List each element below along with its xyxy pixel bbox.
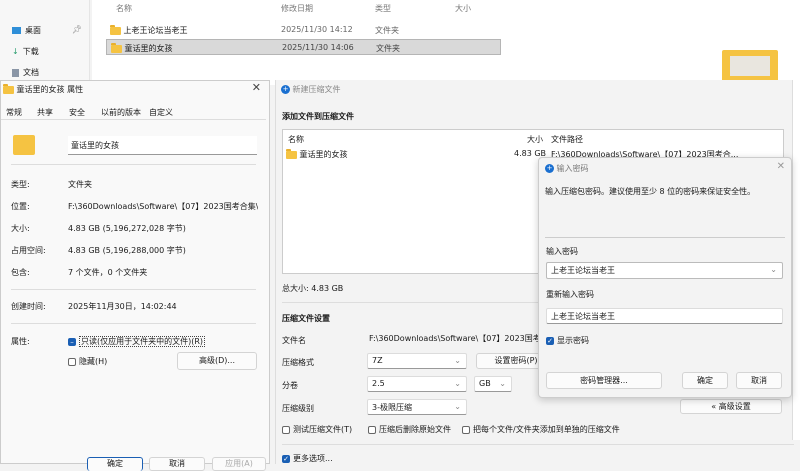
total-size: 总大小: 4.83 GB xyxy=(282,284,344,293)
section-add-files: 添加文件到压缩文件 xyxy=(282,112,354,121)
file-row-selected[interactable]: 童话里的女孩 2025/11/30 14:06 文件夹 xyxy=(106,39,501,55)
sidebar-item-documents[interactable]: 文档 xyxy=(12,67,82,78)
tab-previous-versions[interactable]: 以前的版本 xyxy=(101,107,141,118)
password-input[interactable]: 上老王论坛当老王 ⌄ xyxy=(546,262,783,279)
close-icon[interactable]: ✕ xyxy=(252,81,261,94)
password-app-icon: + xyxy=(545,164,554,173)
folder-icon xyxy=(286,148,297,159)
reenter-password-input[interactable]: 上老王论坛当老王 xyxy=(546,308,783,324)
reenter-password-label: 重新输入密码 xyxy=(546,290,594,299)
split-unit-select[interactable]: GB ⌄ xyxy=(474,376,512,392)
section-settings: 压缩文件设置 xyxy=(282,314,330,323)
filename-input[interactable]: F:\360Downloads\Software\【07】2023国考合集 xyxy=(369,333,557,344)
chevron-down-icon: ⌄ xyxy=(770,265,777,274)
col-type[interactable]: 类型 xyxy=(375,3,391,14)
enter-password-label: 输入密码 xyxy=(546,247,578,256)
location-value: F:\360Downloads\Software\【07】2023国考合集\高 xyxy=(68,202,258,211)
tab-security[interactable]: 安全 xyxy=(69,107,85,118)
desktop-icon xyxy=(12,27,21,34)
type-label: 类型: xyxy=(11,180,30,189)
advanced-settings-button[interactable]: « 高级设置 xyxy=(680,399,782,414)
col-date[interactable]: 修改日期 xyxy=(281,3,313,14)
created-label: 创建时间: xyxy=(11,302,46,311)
col-name[interactable]: 名称 xyxy=(288,134,304,145)
tab-sharing[interactable]: 共享 xyxy=(37,107,53,118)
folder-thumbnail xyxy=(722,50,778,82)
advanced-button[interactable]: 高级(D)... xyxy=(177,352,257,370)
hidden-checkbox[interactable]: 隐藏(H) xyxy=(68,356,107,367)
checkbox-icon xyxy=(68,357,76,366)
window-title: 新建压缩文件 xyxy=(292,85,341,94)
level-label: 压缩级别 xyxy=(282,404,314,413)
col-name[interactable]: 名称 xyxy=(116,3,132,14)
explorer-file-list: 名称 修改日期 类型 大小 上老王论坛当老王 2025/11/30 14:12 … xyxy=(92,0,800,85)
password-dialog: + 输入密码 ✕ 输入压缩包密码。建议使用至少 8 位的密码来保证安全性。 输入… xyxy=(538,157,792,398)
delete-after-checkbox[interactable]: 压缩后删除原始文件 xyxy=(368,424,451,435)
checkbox-indeterminate-icon: – xyxy=(68,337,76,346)
checkmark-icon: ✓ xyxy=(282,454,290,463)
level-select[interactable]: 3-极限压缩 ⌄ xyxy=(367,399,467,415)
chevron-down-icon: ⌄ xyxy=(454,379,461,388)
contains-value: 7 个文件，0 个文件夹 xyxy=(68,268,148,277)
chevron-down-icon: ⌄ xyxy=(454,356,461,365)
password-hint: 输入压缩包密码。建议使用至少 8 位的密码来保证安全性。 xyxy=(545,187,756,196)
type-value: 文件夹 xyxy=(68,180,92,189)
document-icon xyxy=(12,68,19,77)
disk-size-value: 4.83 GB (5,196,288,000 字节) xyxy=(68,246,186,255)
more-options-checkbox[interactable]: ✓ 更多选项... xyxy=(282,453,333,464)
sidebar-item-desktop[interactable]: 桌面 📌︎ xyxy=(12,25,82,36)
chevron-down-icon: ⌄ xyxy=(499,379,506,388)
pin-icon: 📌︎ xyxy=(71,25,82,34)
explorer-sidebar: 桌面 📌︎ ↓ 下载 文档 xyxy=(0,0,90,85)
sidebar-item-downloads[interactable]: ↓ 下载 xyxy=(12,46,82,57)
split-label: 分卷 xyxy=(282,381,298,390)
separate-archives-checkbox[interactable]: 把每个文件/文件夹添加到单独的压缩文件 xyxy=(462,424,620,435)
tab-general[interactable]: 常规 xyxy=(6,107,22,118)
split-select[interactable]: 2.5 ⌄ xyxy=(367,376,467,392)
close-icon[interactable]: ✕ xyxy=(777,161,785,172)
col-size[interactable]: 大小 xyxy=(527,134,543,145)
large-folder-icon xyxy=(13,135,35,155)
archive-app-icon: + xyxy=(281,85,290,94)
side-panel xyxy=(792,80,800,440)
tab-bar: 常规 共享 安全 以前的版本 自定义 xyxy=(1,104,266,120)
properties-dialog: 童话里的女孩 属性 ✕ 常规 共享 安全 以前的版本 自定义 童话里的女孩 类型… xyxy=(0,80,270,471)
created-value: 2025年11月30日，14:02:44 xyxy=(68,302,177,311)
size-label: 大小: xyxy=(11,224,30,233)
folder-icon xyxy=(110,24,121,35)
test-archive-checkbox[interactable]: 测试压缩文件(T) xyxy=(282,424,352,435)
folder-icon xyxy=(3,83,14,94)
name-input[interactable]: 童话里的女孩 xyxy=(68,136,257,155)
file-row[interactable]: 上老王论坛当老王 2025/11/30 14:12 文件夹 xyxy=(106,22,501,37)
chevron-down-icon: ⌄ xyxy=(454,402,461,411)
disk-size-label: 占用空间: xyxy=(11,246,46,255)
format-select[interactable]: 7Z ⌄ xyxy=(367,353,467,369)
col-path[interactable]: 文件路径 xyxy=(551,134,583,145)
filename-label: 文件名 xyxy=(282,336,306,345)
location-label: 位置: xyxy=(11,202,30,211)
dialog-title: 童话里的女孩 属性 xyxy=(16,85,84,94)
folder-icon xyxy=(111,42,122,53)
cancel-button[interactable]: 取消 xyxy=(736,372,782,389)
format-label: 压缩格式 xyxy=(282,358,314,367)
show-password-checkbox[interactable]: ✓ 显示密码 xyxy=(546,335,589,346)
download-icon: ↓ xyxy=(12,47,19,56)
dialog-title: 输入密码 xyxy=(556,164,589,173)
checkmark-icon: ✓ xyxy=(546,336,554,345)
col-size[interactable]: 大小 xyxy=(455,3,471,14)
attributes-label: 属性: xyxy=(11,337,30,346)
apply-button[interactable]: 应用(A) xyxy=(212,457,266,471)
cancel-button[interactable]: 取消 xyxy=(149,457,205,471)
tab-customize[interactable]: 自定义 xyxy=(149,107,173,118)
ok-button[interactable]: 确定 xyxy=(682,372,728,389)
readonly-checkbox[interactable]: – 只读(仅应用于文件夹中的文件)(R) xyxy=(68,336,206,347)
ok-button[interactable]: 确定 xyxy=(87,457,143,471)
contains-label: 包含: xyxy=(11,268,30,277)
size-value: 4.83 GB (5,196,272,028 字节) xyxy=(68,224,186,233)
password-manager-button[interactable]: 密码管理器... xyxy=(546,372,662,389)
